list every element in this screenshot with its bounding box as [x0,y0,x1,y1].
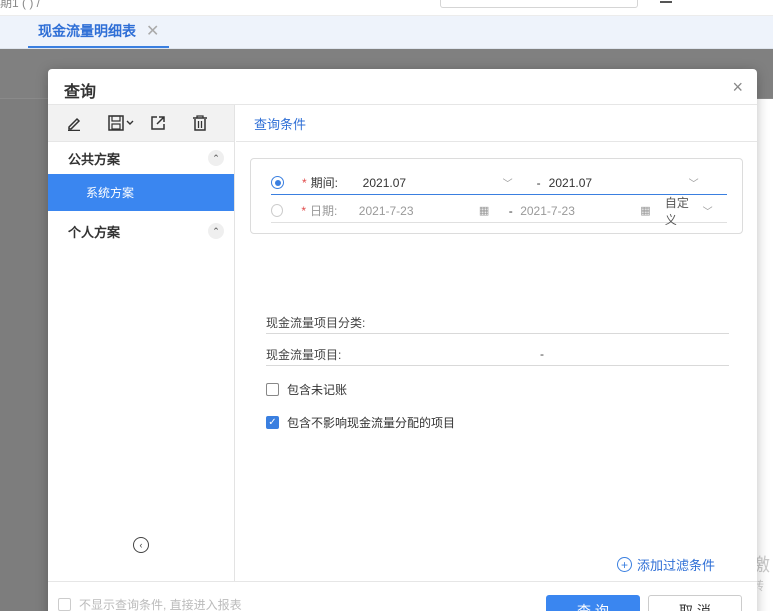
cancel-button[interactable]: 取 消 [648,595,742,611]
field-label: 现金流量项目: [266,348,342,362]
chevron-down-icon[interactable]: ﹀ [689,175,715,190]
chevron-up-icon[interactable]: ⌃ [208,223,224,239]
cashflow-category-field[interactable]: 现金流量项目分类: [266,312,729,334]
calendar-icon[interactable]: ▦ [640,204,663,217]
group-label: 个人方案 [68,224,121,240]
required-mark: * [302,175,307,190]
date-to-input[interactable]: 2021-7-23 [520,204,640,218]
dialog-title: 查询 [64,84,97,101]
field-label: 现金流量项目分类: [266,316,366,330]
date-range-box: * 期间: 2021.07 ﹀ - 2021.07 ﹀ * 日期: 2021-7… [250,158,743,234]
date-mode-select[interactable]: 自定义 [665,194,699,228]
chevron-up-icon[interactable]: ⌃ [208,150,224,166]
period-radio[interactable] [271,176,284,189]
group-personal-schemes[interactable]: 个人方案 ⌃ [48,215,234,247]
include-non-cashflow-checkbox[interactable]: ✓ 包含不影响现金流量分配的项目 [266,414,455,431]
group-public-schemes[interactable]: 公共方案 ⌃ [48,142,234,174]
checkbox-label: 包含未记账 [287,383,348,397]
save-button[interactable] [108,108,150,138]
edit-button[interactable] [66,108,108,138]
scheme-label: 系统方案 [86,186,135,200]
checkbox-checked[interactable]: ✓ [266,416,279,429]
include-unposted-checkbox[interactable]: 包含未记账 [266,381,347,398]
menu-icon[interactable] [660,0,672,3]
plus-circle-icon: + [617,557,632,572]
checkbox[interactable] [266,383,279,396]
tab-label: 查询条件 [254,116,307,132]
add-filter-button[interactable]: + 添加过滤条件 [617,555,715,574]
delete-icon [193,115,207,131]
checkbox[interactable] [58,598,71,611]
scheme-item-system[interactable]: 系统方案 [48,174,234,211]
chevron-down-icon[interactable]: ﹀ [703,203,727,218]
add-filter-label: 添加过滤条件 [637,558,716,573]
required-mark: * [301,203,306,218]
save-icon [108,115,134,131]
delete-button[interactable] [192,108,234,138]
range-separator: - [540,347,544,361]
range-separator: - [536,175,541,190]
checkbox-label: 不显示查询条件, 直接进入报表 [79,598,242,611]
date-from-input[interactable]: 2021-7-23 [359,204,479,218]
top-bar: 期1 ( ) / [0,0,773,16]
date-label: 日期: [310,204,338,218]
dialog-footer: 不显示查询条件, 直接进入报表 查 询 取 消 [48,581,757,611]
checkbox-label: 包含不影响现金流量分配的项目 [287,416,456,430]
export-button[interactable] [150,108,192,138]
close-icon[interactable]: ✕ [146,21,159,41]
scheme-panel: 公共方案 ⌃ 系统方案 个人方案 ⌃ ‹ [48,105,235,581]
group-label: 公共方案 [68,151,121,167]
tab-query-conditions[interactable]: 查询条件 [236,105,757,142]
condition-panel: 查询条件 * 期间: 2021.07 ﹀ - 2021.07 ﹀ * 日期: 2… [236,105,757,581]
period-label: 期间: [310,176,339,190]
scheme-toolbar [48,105,234,142]
query-button[interactable]: 查 询 [546,595,640,611]
tab-cashflow-detail[interactable]: 现金流量明细表 ✕ [28,16,170,48]
date-row: * 日期: 2021-7-23 ▦ - 2021-7-23 ▦ 自定义 ﹀ [271,196,727,227]
tab-label: 现金流量明细表 [38,23,136,39]
edit-icon [68,117,81,131]
collapse-panel-icon[interactable]: ‹ [133,537,149,553]
search-input[interactable] [440,0,638,8]
close-icon[interactable]: × [732,77,743,98]
export-icon [151,116,165,130]
skip-conditions-checkbox[interactable]: 不显示查询条件, 直接进入报表 [58,596,242,611]
calendar-icon[interactable]: ▦ [479,204,502,217]
breadcrumb: 期1 ( ) / [0,0,41,10]
range-separator: - [508,203,513,218]
chevron-down-icon[interactable]: ﹀ [503,175,529,190]
tab-bar: 现金流量明细表 ✕ [0,16,773,49]
period-to-input[interactable]: 2021.07 [549,176,689,190]
period-row: * 期间: 2021.07 ﹀ - 2021.07 ﹀ [271,171,727,195]
query-dialog: 查询 × 公共方案 ⌃ 系统方案 个人方案 ⌃ ‹ 查询条件 * 期间: 202… [48,69,757,611]
period-from-input[interactable]: 2021.07 [363,176,503,190]
dialog-header: 查询 × [48,69,757,105]
date-radio[interactable] [271,204,284,217]
cashflow-item-field[interactable]: 现金流量项目: - [266,344,729,366]
